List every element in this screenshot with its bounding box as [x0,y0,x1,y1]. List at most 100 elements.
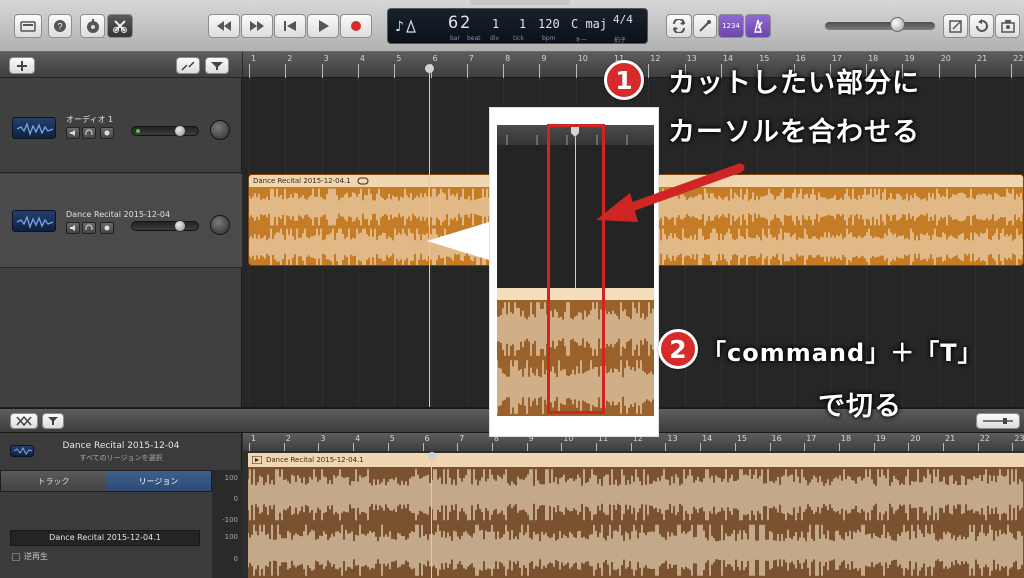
tab-region[interactable]: リージョン [106,471,211,491]
editor-playhead-line[interactable] [431,459,432,578]
callout-pointer [427,222,489,260]
loop-browser-button[interactable] [969,14,994,38]
editors-icon [113,20,127,33]
ruler-tick [321,64,323,78]
editor-audio-region[interactable]: Dance Recital 2015-12-04.1 [248,453,1024,578]
track-icon-waveform [12,210,56,232]
ruler-bar-number: 12 [650,54,661,63]
fast-forward-button[interactable] [241,14,273,38]
tuner-button[interactable] [693,14,717,38]
media-browser-button[interactable] [995,14,1020,38]
editor-region-header[interactable]: Dance Recital 2015-12-04.1 [248,453,1024,467]
master-volume-knob[interactable] [890,17,905,32]
ruler-bar-number: 19 [875,434,886,443]
media-browser-icon [1000,20,1015,33]
editor-flex-button[interactable] [10,413,38,429]
cycle-icon [673,19,685,33]
ruler-bar-number: 16 [771,434,782,443]
ruler-bar-number: 2 [287,54,293,63]
reverse-checkbox[interactable] [12,553,20,561]
record-button[interactable] [340,14,372,38]
ruler-bar-number: 4 [359,54,365,63]
record-enable-button[interactable] [100,127,114,139]
waveform-channel [248,469,1023,521]
ruler-tick [457,443,459,451]
track-row-audio-1[interactable]: オーディオ 1 [0,79,242,173]
cut-position-highlight [547,124,605,414]
master-volume-slider[interactable] [825,22,935,30]
lcd-label-key: キー [575,37,588,44]
ruler-bar-number: 8 [505,54,511,63]
ruler-tick [938,64,940,78]
editor-zoom-slider[interactable] [976,413,1020,429]
go-to-start-button[interactable] [274,14,306,38]
db-label: -100 [222,516,238,524]
db-label: 0 [233,555,238,563]
tab-track[interactable]: トラック [1,471,106,491]
ruler-tick [539,64,541,78]
audio-region-name: Dance Recital 2015-12-04.1 [253,177,351,185]
track-name: Dance Recital 2015-12-04 [66,210,171,219]
track-pan-knob[interactable] [210,120,230,140]
ruler-bar-number: 5 [396,54,402,63]
track-filter-button[interactable] [205,57,229,74]
track-volume-slider[interactable] [131,221,199,231]
svg-text:?: ? [57,22,62,32]
solo-button[interactable] [82,222,96,234]
tuner-icon [699,20,711,32]
record-enable-button[interactable] [100,222,114,234]
region-play-icon [252,456,262,464]
ruler-bar-number: 6 [424,434,430,443]
mute-button[interactable] [66,127,80,139]
add-track-button[interactable] [9,57,35,74]
mute-button[interactable] [66,222,80,234]
waveform-icon [16,122,54,137]
ruler-tick [318,443,320,451]
db-scale: 100 0 -100 100 0 [212,470,242,578]
ruler-bar-number: 1 [251,54,257,63]
metronome-button[interactable] [745,14,771,38]
editors-button[interactable] [107,14,133,38]
ruler-tick [357,64,359,78]
track-volume-knob[interactable] [174,125,186,137]
editor-inspector: Dance Recital 2015-12-04 すべてのリージョンを選択 トラ… [0,433,242,578]
catch-icon [181,60,195,71]
track-volume-knob[interactable] [174,220,186,232]
play-button[interactable] [307,14,339,38]
cycle-button[interactable] [666,14,692,38]
track-volume-slider[interactable] [131,126,199,136]
region-name-field[interactable]: Dance Recital 2015-12-04.1 [10,530,200,546]
ruler-bar-number: 10 [577,54,588,63]
rewind-button[interactable] [208,14,240,38]
notepad-icon [948,20,962,33]
record-enable-icon [104,225,110,231]
ruler-tick [700,443,702,451]
library-button[interactable] [14,14,42,38]
smart-controls-button[interactable] [80,14,105,38]
editor-filter-button[interactable] [42,413,64,429]
help-button[interactable]: ? [48,14,72,38]
ruler-bar-number: 23 [1014,434,1024,443]
track-row-dance-recital[interactable]: Dance Recital 2015-12-04 [0,174,242,268]
lcd-display[interactable]: ♪ 6 2 1 1 120 C maj 4/4 bar beat div tic… [387,8,648,44]
ruler-bar-number: 6 [432,54,438,63]
track-header-pane: オーディオ 1 Dance Recital 2015-12-04 [0,52,242,407]
ruler-tick [873,443,875,451]
loop-region-icon [357,177,369,185]
smart-controls-icon [86,19,99,33]
ruler-bar-number: 21 [945,434,956,443]
ruler-tick [353,443,355,451]
lcd-label-bar: bar [450,35,460,42]
count-in-button[interactable]: 1234 [718,14,744,38]
catch-playhead-button[interactable] [176,57,200,74]
notepad-button[interactable] [943,14,968,38]
lcd-tempo: 120 [538,17,560,31]
ruler-tick [630,443,632,451]
mute-icon [70,225,75,231]
track-pan-knob[interactable] [210,215,230,235]
track-name: オーディオ 1 [66,115,114,124]
solo-button[interactable] [82,127,96,139]
headphones-icon [85,129,93,135]
editor-playhead-handle[interactable] [428,452,436,460]
step-1-badge: 1 [604,60,644,100]
